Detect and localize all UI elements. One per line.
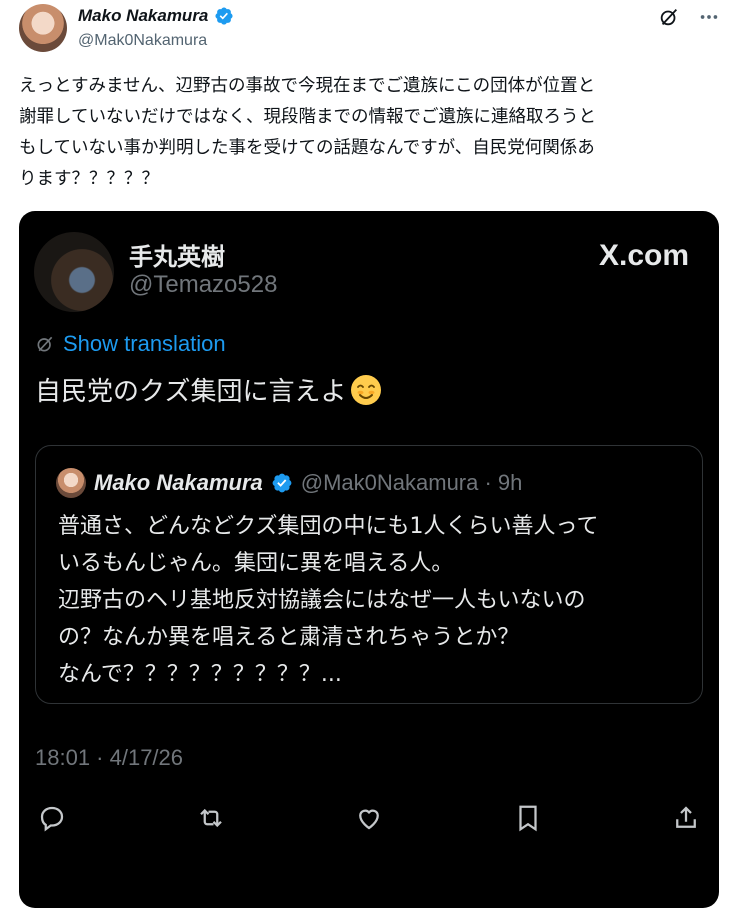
tweet-text: えっとすみません、辺野古の事故で今現在までご遺族にこの団体が位置と 謝罪していな… [19, 71, 719, 195]
quoted-handle-time: @Mak0Nakamura · 9h [300, 470, 523, 495]
embedded-tweet-text: 自民党のクズ集団に言えよ [35, 371, 382, 408]
embedded-author-name: 手丸英樹 [129, 243, 225, 271]
show-translation: Show translation [35, 331, 226, 357]
tweet-text-line: ります？？？？？ [19, 169, 159, 189]
author-name[interactable]: Mako Nakamura [78, 6, 208, 26]
quoted-header: Mako Nakamura @Mak0Nakamura · 9h [94, 470, 522, 496]
tweet-text-line: もしていない事か判明した事を受けての話題なんですが、自民党何関係あ [19, 138, 595, 158]
retweet-icon [194, 801, 228, 835]
header-actions [658, 6, 720, 32]
embedded-author-handle: @Temazo528 [129, 271, 278, 298]
quoted-author-name: Mako Nakamura [94, 470, 263, 495]
x-watermark: X.com [598, 239, 689, 272]
verified-badge-icon [215, 7, 233, 25]
translate-icon [37, 336, 53, 352]
share-icon [669, 801, 703, 835]
embedded-action-bar [35, 801, 703, 835]
grok-icon[interactable] [658, 6, 680, 32]
tweet-text-line: 謝罪していないだけではなく、現段階までの情報でご遺族に連絡取ろうと [19, 107, 596, 127]
smiling-face-icon [351, 374, 382, 405]
quoted-text-line: なんで？？？？？？？？？... [58, 662, 342, 687]
attached-image[interactable]: 手丸英樹 @Temazo528 X.com Show translation 自… [19, 211, 719, 908]
bookmark-icon [511, 801, 545, 835]
quoted-avatar [56, 468, 86, 498]
verified-badge-icon [272, 473, 292, 493]
quoted-text-line: 辺野古のヘリ基地反対協議会にはなぜ一人もいないの [58, 588, 586, 613]
author-handle[interactable]: @Mak0Nakamura [78, 32, 207, 50]
show-translation-label: Show translation [63, 331, 226, 356]
author-name-row: Mako Nakamura [78, 6, 234, 26]
quoted-text-line: の？なんか異を唱えると粛清されちゃうとか？ [58, 625, 520, 650]
quoted-text-line: 普通さ、どんなどクズ集団の中にも1人くらい善人って [58, 514, 599, 539]
more-icon[interactable] [698, 6, 720, 32]
avatar[interactable] [19, 4, 67, 52]
embedded-timestamp: 18:01 · 4/17/26 [35, 745, 184, 770]
reply-icon [35, 801, 69, 835]
quoted-text-line: いるもんじゃん。集団に異を唱える人。 [58, 551, 454, 576]
embedded-tweet-text-content: 自民党のクズ集団に言えよ [35, 377, 347, 407]
quoted-text: 普通さ、どんなどクズ集団の中にも1人くらい善人って いるもんじゃん。集団に異を唱… [58, 508, 688, 693]
quoted-tweet: Mako Nakamura @Mak0Nakamura · 9h 普通さ、どんな… [35, 445, 703, 704]
tweet-text-line: えっとすみません、辺野古の事故で今現在までご遺族にこの団体が位置と [19, 76, 596, 96]
like-icon [352, 801, 386, 835]
embedded-avatar [34, 232, 114, 312]
tweet: Mako Nakamura @Mak0Nakamura えっとすみません、辺野古… [0, 0, 738, 914]
